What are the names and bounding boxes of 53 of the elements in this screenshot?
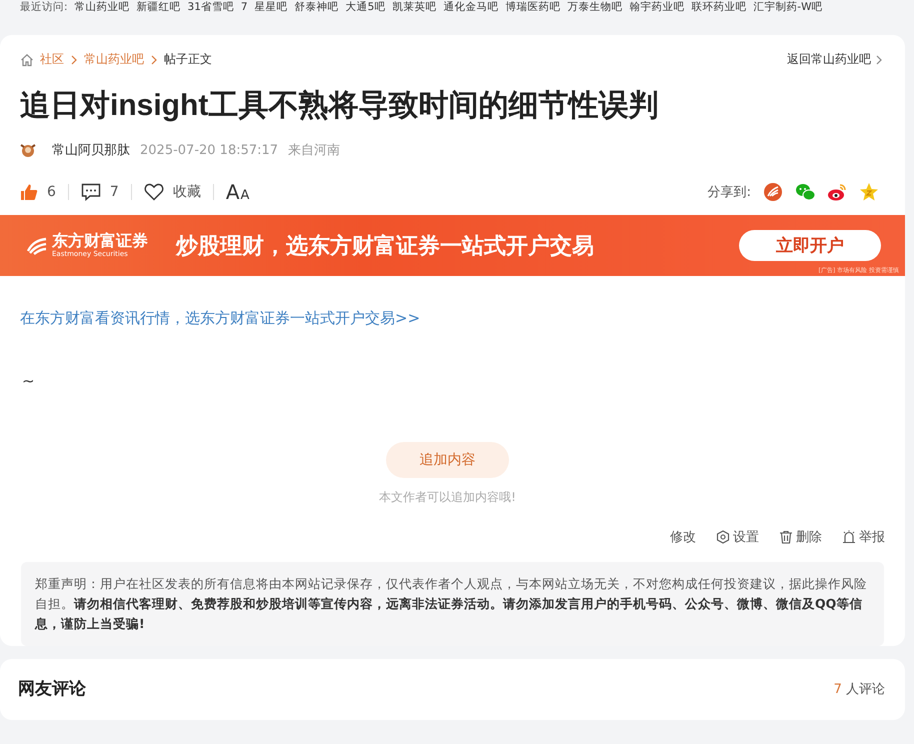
recent-link[interactable]: 汇宇制药-W吧	[753, 0, 822, 14]
recent-link[interactable]: 博瑞医药吧	[505, 0, 560, 14]
comment-count: 7 人评论	[834, 680, 885, 698]
recent-link[interactable]: 凯莱英吧	[392, 0, 436, 14]
author-name[interactable]: 常山阿贝那肽	[52, 141, 130, 159]
chevron-icon	[875, 54, 883, 66]
report-link[interactable]: 举报	[842, 528, 885, 546]
brand-name: 东方财富证券	[52, 232, 148, 250]
recent-link[interactable]: 7	[240, 0, 248, 14]
recent-visits-label: 最近访问:	[20, 0, 68, 14]
recent-link[interactable]: 舒泰神吧	[294, 0, 339, 14]
recent-link[interactable]: 新疆红吧	[136, 0, 181, 14]
favorite-button[interactable]: 收藏	[144, 183, 201, 201]
disclaimer-text: 郑重声明：用户在社区发表的所有信息将由本网站记录保存，仅代表作者个人观点，与本网站立场无关，不对您构成任何投资建议，据此操作风险自担。请勿相信代客理财、免费荐股和炒股培训等宣传内容，远离非法证券活动。请勿添加发言用户的手机号码、公众号、微博、微信及QQ等信息，谨防上当受骗!	[21, 562, 884, 646]
alarm-icon	[842, 530, 856, 544]
ad-slogan: 炒股理财，选东方财富证券一站式开户交易	[176, 232, 594, 260]
star-icon[interactable]	[859, 182, 879, 202]
edit-link[interactable]: 修改	[670, 528, 696, 546]
promo-link[interactable]: 在东方财富看资讯行情，选东方财富证券一站式开户交易>>	[20, 309, 885, 328]
recent-link[interactable]: 联环药业吧	[691, 0, 746, 14]
recent-link[interactable]: 万泰生物吧	[567, 0, 622, 14]
post-title: 追日对insight工具不熟将导致时间的细节性误判	[20, 88, 660, 124]
settings-link[interactable]: 设置	[716, 528, 759, 546]
thumbs-up-icon	[20, 183, 38, 201]
settings-icon	[716, 530, 730, 544]
weibo-icon[interactable]	[827, 182, 847, 202]
recent-link[interactable]: 通化金马吧	[443, 0, 498, 14]
font-size-button[interactable]: AA	[226, 180, 250, 204]
back-link[interactable]: 返回常山药业吧	[787, 51, 883, 68]
append-hint: 本文作者可以追加内容哦!	[379, 489, 516, 506]
comment-icon	[80, 183, 101, 201]
recent-link[interactable]: 翰宇药业吧	[629, 0, 684, 14]
chevron-icon	[150, 54, 158, 66]
wechat-icon[interactable]	[795, 182, 815, 202]
recent-link[interactable]: 常山药业吧	[74, 0, 130, 14]
comments-title: 网友评论	[18, 678, 86, 700]
delete-link[interactable]: 删除	[779, 528, 822, 546]
heart-icon	[144, 183, 164, 201]
post-body: ~	[22, 372, 36, 390]
open-account-button[interactable]: 立即开户	[739, 230, 881, 261]
home-icon	[20, 52, 34, 66]
avatar-icon	[20, 142, 36, 158]
post-location: 来自河南	[288, 142, 340, 159]
comment-button[interactable]: 7	[80, 183, 119, 201]
chevron-icon	[70, 54, 78, 66]
recent-link[interactable]: 31省雪吧	[188, 0, 234, 14]
post-time: 2025-07-20 18:57:17	[140, 142, 278, 158]
share-label: 分享到:	[708, 184, 751, 201]
breadcrumb-current: 帖子正文	[164, 51, 212, 68]
trash-icon	[779, 530, 793, 544]
recent-link[interactable]: 大通5吧	[346, 0, 386, 14]
like-button[interactable]: 6	[20, 183, 56, 201]
recent-link[interactable]: 星星吧	[254, 0, 288, 14]
